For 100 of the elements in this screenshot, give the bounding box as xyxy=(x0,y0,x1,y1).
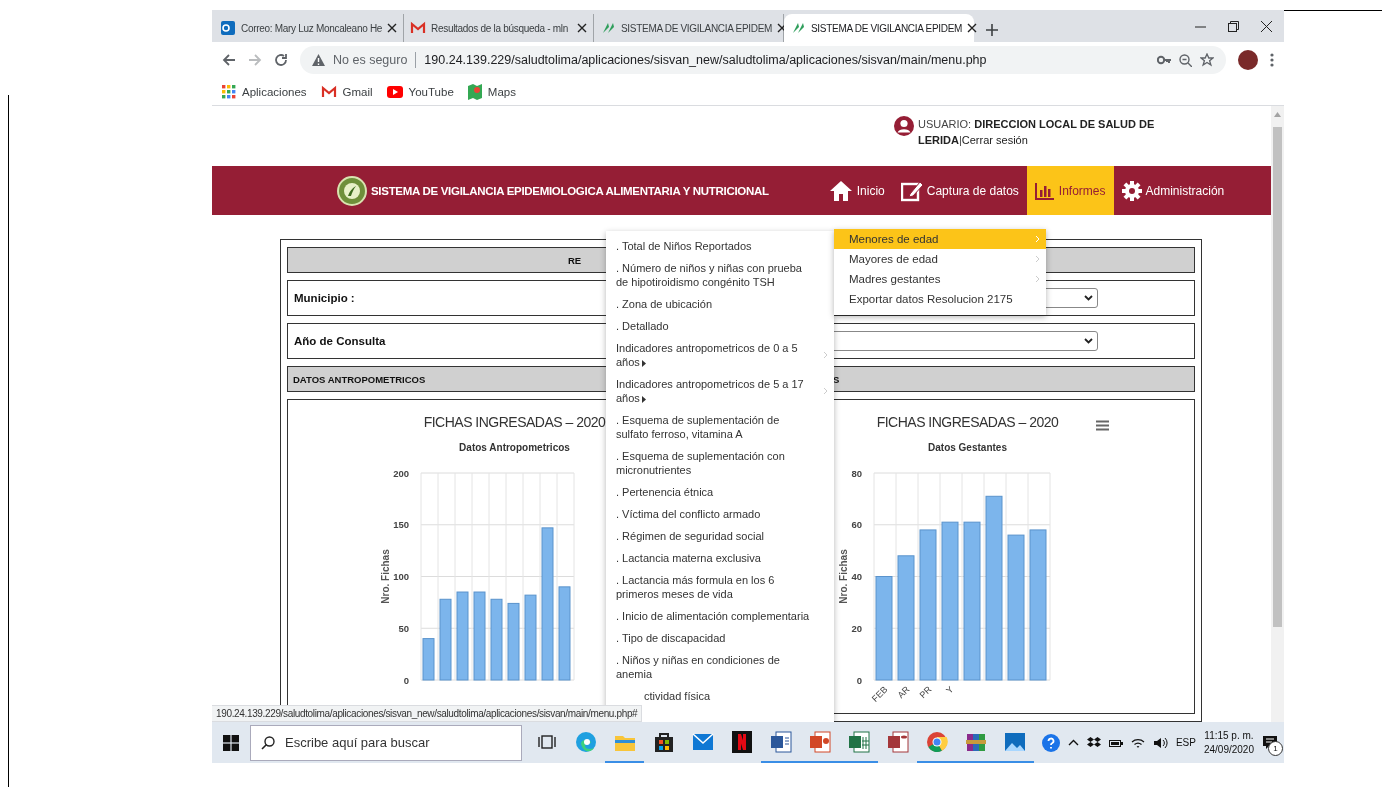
chart-title: FICHAS INGRESADAS – 2020 xyxy=(876,414,1059,430)
menu-item[interactable]: . Régimen de seguridad social xyxy=(606,525,834,547)
menu-item[interactable]: ctividad física xyxy=(606,685,834,707)
menu-item[interactable]: . Víctima del conflicto armado xyxy=(606,503,834,525)
chart-title: FICHAS INGRESADAS – 2020 xyxy=(423,414,606,430)
zoom-icon[interactable] xyxy=(1179,53,1192,67)
edit-icon xyxy=(900,179,923,202)
bookmark[interactable]: Aplicaciones xyxy=(222,84,307,99)
filter-label: Año de Consulta xyxy=(294,335,387,347)
volume-icon[interactable] xyxy=(1152,736,1168,749)
help-icon[interactable] xyxy=(1041,733,1060,752)
star-icon[interactable] xyxy=(1200,53,1214,67)
browser-tab[interactable]: Correo: Mary Luz Moncaleano He xyxy=(214,14,404,42)
chevron-icon xyxy=(823,387,828,395)
menu-icon[interactable] xyxy=(1096,420,1109,431)
spreadsheet-app-icon[interactable] xyxy=(847,730,870,753)
browser-wheel-icon[interactable] xyxy=(925,730,948,753)
back-icon[interactable] xyxy=(222,53,236,67)
photo-app-icon[interactable] xyxy=(1003,731,1026,752)
scrollbar-thumb[interactable] xyxy=(1273,127,1282,627)
house-icon xyxy=(828,179,853,202)
database-app-icon[interactable] xyxy=(886,730,909,753)
menu-item[interactable]: . Tipo de discapacidad xyxy=(606,627,834,649)
key-icon[interactable] xyxy=(1157,55,1171,65)
bar xyxy=(422,638,435,681)
close-icon[interactable] xyxy=(577,23,587,33)
bookmark[interactable]: YouTube xyxy=(386,85,454,98)
document-app-icon[interactable] xyxy=(769,730,792,753)
browser-swirl-icon[interactable] xyxy=(574,730,597,753)
presentation-app-icon[interactable] xyxy=(808,730,831,753)
windows-start-icon[interactable] xyxy=(223,734,239,751)
browser-tab[interactable]: SISTEMA DE VIGILANCIA EPIDEM xyxy=(784,14,974,42)
nav-item[interactable]: Captura de datos xyxy=(892,166,1027,215)
axis-label: 0 xyxy=(856,674,862,686)
search-icon xyxy=(261,735,275,750)
profile-avatar[interactable] xyxy=(1238,50,1258,70)
envelope-icon[interactable] xyxy=(691,732,714,751)
reload-icon[interactable] xyxy=(274,53,288,67)
axis-label: Y xyxy=(944,684,956,696)
chevron-down-icon xyxy=(1084,295,1093,301)
axis-title: Nro. Fichas xyxy=(838,549,850,604)
close-icon[interactable] xyxy=(387,23,398,33)
play-icon xyxy=(386,85,403,98)
menu-item[interactable]: Menores de edad xyxy=(834,229,1046,249)
axis-label: 150 xyxy=(393,519,409,531)
axis-label: FEB xyxy=(869,684,890,704)
nav-item[interactable]: Informes xyxy=(1026,166,1114,215)
user-icon xyxy=(894,116,914,136)
axis-label: 50 xyxy=(398,622,409,634)
chevron-icon xyxy=(823,351,828,359)
menu-item[interactable]: . Detallado xyxy=(606,315,834,337)
chart-subtitle: Datos Gestantes xyxy=(928,442,1007,453)
dropbox-icon[interactable] xyxy=(1086,736,1101,749)
chart-subtitle: Datos Antropometricos xyxy=(459,442,570,453)
language-indicator[interactable]: ESP xyxy=(1175,737,1196,748)
address-bar[interactable]: No es seguro 190.24.139.229/saludtolima/aplicaciones/sisvan_new/saludtolima/aplicaciones/sisvan/main/menu.php xyxy=(300,46,1226,74)
section-title: S xyxy=(833,373,840,385)
battery-icon[interactable] xyxy=(1108,737,1123,748)
close-icon[interactable] xyxy=(1261,20,1272,32)
chevron-up-icon[interactable] xyxy=(1067,739,1079,746)
user-info: USUARIO: DIRECCION LOCAL DE SALUD DE LERIDA|Cerrar sesión xyxy=(918,117,1156,148)
menu-item[interactable]: Exportar datos Resolucion 2175 xyxy=(834,289,1046,309)
browser-tab[interactable]: Resultados de la búsqueda - mln xyxy=(404,14,594,42)
bookmark[interactable]: Gmail xyxy=(320,83,373,100)
apps-grid-icon xyxy=(222,84,236,99)
url-text: 190.24.139.229/saludtolima/aplicaciones/sisvan_new/saludtolima/aplicaciones/sisvan/main/menu.php xyxy=(424,53,988,67)
search-field[interactable]: Escribe aquí para buscar xyxy=(250,724,522,761)
menu-item[interactable]: Mayores de edad xyxy=(834,249,1046,269)
nav-item[interactable]: Inicio xyxy=(820,166,893,215)
axis-label: 60 xyxy=(851,519,862,531)
menu-item[interactable]: . Pertenencia étnica xyxy=(606,481,834,503)
more-icon[interactable] xyxy=(1270,53,1274,67)
status-url: 190.24.139.229/saludtolima/aplicaciones/sisvan_new/saludtolima/aplicaciones/sisvan/main/menu.php# xyxy=(212,705,643,722)
streaming-app-icon[interactable] xyxy=(731,730,752,753)
envelope-icon xyxy=(410,20,426,36)
axis-label: 100 xyxy=(393,571,409,582)
restore-icon[interactable] xyxy=(1228,20,1239,32)
menu-item[interactable]: . Esquema de suplementación de sulfato ferroso, vitamina A xyxy=(606,409,834,445)
clock[interactable]: 11:15 p. m. 24/09/2020 xyxy=(1203,728,1254,757)
menu-item[interactable]: . Esquema de suplementación con micronutrientes xyxy=(606,445,834,481)
menu-item[interactable]: Indicadores antropometricos de 5 a 17 años xyxy=(606,373,834,409)
warning-icon xyxy=(312,54,325,66)
task-view-icon[interactable] xyxy=(537,733,556,750)
shopping-bag-icon[interactable] xyxy=(653,730,674,753)
security-label: No es seguro xyxy=(333,53,408,67)
bookmark[interactable]: Maps xyxy=(467,83,516,100)
menu-item[interactable]: . Zona de ubicación xyxy=(606,293,834,315)
axis-title: Nro. Fichas xyxy=(379,549,391,604)
menu-item[interactable]: . Inicio de alimentación complementaria xyxy=(606,605,834,627)
new-tab-icon[interactable] xyxy=(986,24,998,36)
menu-item[interactable]: . Lactancia materna exclusiva xyxy=(606,547,834,569)
axis-label: 40 xyxy=(851,571,862,582)
axis-label: 80 xyxy=(851,467,862,479)
logout-link[interactable]: Cerrar sesión xyxy=(961,134,1028,146)
menu-item[interactable]: . Niños y niñas en condiciones de anemia xyxy=(606,649,834,685)
wifi-icon[interactable] xyxy=(1130,736,1145,749)
nav-item[interactable]: Administración xyxy=(1113,166,1233,215)
menu-item[interactable]: . Lactancia más formula en los 6 primeros meses de vida xyxy=(606,569,834,605)
menu-item[interactable]: Indicadores antropometricos de 0 a 5 años xyxy=(606,337,834,373)
close-icon[interactable] xyxy=(967,23,978,33)
